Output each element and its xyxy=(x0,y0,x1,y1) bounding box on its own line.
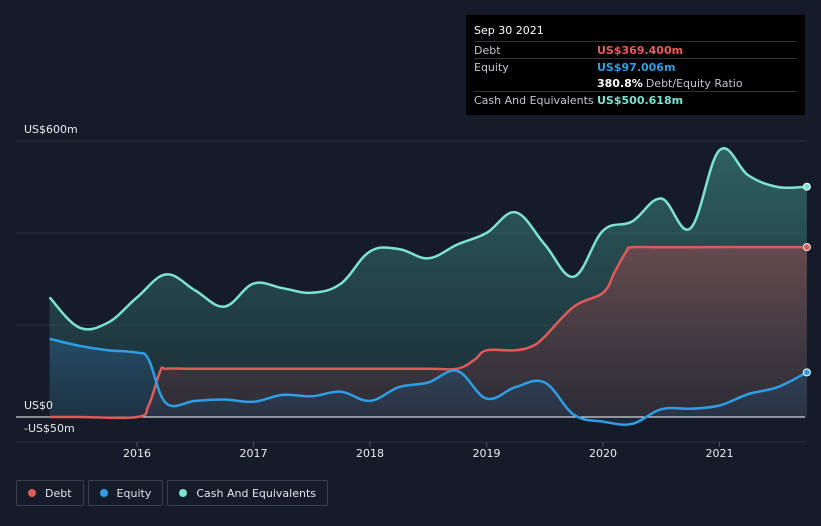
legend-debt-dot xyxy=(28,489,36,497)
tooltip-date: Sep 30 2021 xyxy=(474,24,544,37)
legend-debt-label: Debt xyxy=(45,486,72,500)
debt-end-marker xyxy=(802,243,811,252)
tooltip-cash-row: Cash And Equivalents US$500.618m xyxy=(474,91,797,108)
cash-and-equivalents-end-marker xyxy=(802,182,811,191)
legend-equity-dot xyxy=(99,489,108,497)
x-tick-label: 2016 xyxy=(123,447,151,460)
y-axis-zero-label: US$0 xyxy=(24,399,54,412)
x-axis-ticks: 2016 2017 2018 2019 2020 2021 xyxy=(123,442,734,460)
legend-item-equity[interactable]: Equity xyxy=(87,480,164,506)
x-tick-label: 2017 xyxy=(240,447,268,460)
tooltip-panel: Sep 30 2021 Debt US$369.400m Equity US$9… xyxy=(466,15,805,115)
x-tick-label: 2018 xyxy=(356,447,384,460)
chart-legend: Debt Equity Cash And Equivalents xyxy=(16,480,328,506)
legend-cash-label: Cash And Equivalents xyxy=(196,486,316,500)
x-tick-label: 2019 xyxy=(473,447,501,460)
tooltip-equity-row: Equity US$97.006m xyxy=(474,58,797,75)
equity-end-marker xyxy=(802,368,811,377)
legend-item-cash[interactable]: Cash And Equivalents xyxy=(167,480,328,506)
y-axis-bottom-label: -US$50m xyxy=(24,422,75,435)
tooltip-debt-value: US$369.400m xyxy=(597,43,684,57)
tooltip-cash-value: US$500.618m xyxy=(597,93,684,107)
tooltip-ratio-row: 380.8% Debt/Equity Ratio xyxy=(474,75,797,91)
tooltip-ratio-value: 380.8% xyxy=(597,76,643,90)
tooltip-ratio-label: Debt/Equity Ratio xyxy=(645,76,743,90)
tooltip-debt-row: Debt US$369.400m xyxy=(474,41,797,58)
legend-cash-dot xyxy=(179,489,188,497)
tooltip-cash-label: Cash And Equivalents xyxy=(474,93,594,107)
tooltip-equity-label: Equity xyxy=(474,60,509,74)
y-axis-top-label: US$600m xyxy=(24,123,78,136)
tooltip-equity-value: US$97.006m xyxy=(597,60,676,74)
x-tick-label: 2020 xyxy=(589,447,617,460)
x-tick-label: 2021 xyxy=(706,447,734,460)
tooltip-debt-label: Debt xyxy=(474,43,501,57)
legend-item-debt[interactable]: Debt xyxy=(16,480,84,506)
legend-equity-label: Equity xyxy=(116,486,152,500)
